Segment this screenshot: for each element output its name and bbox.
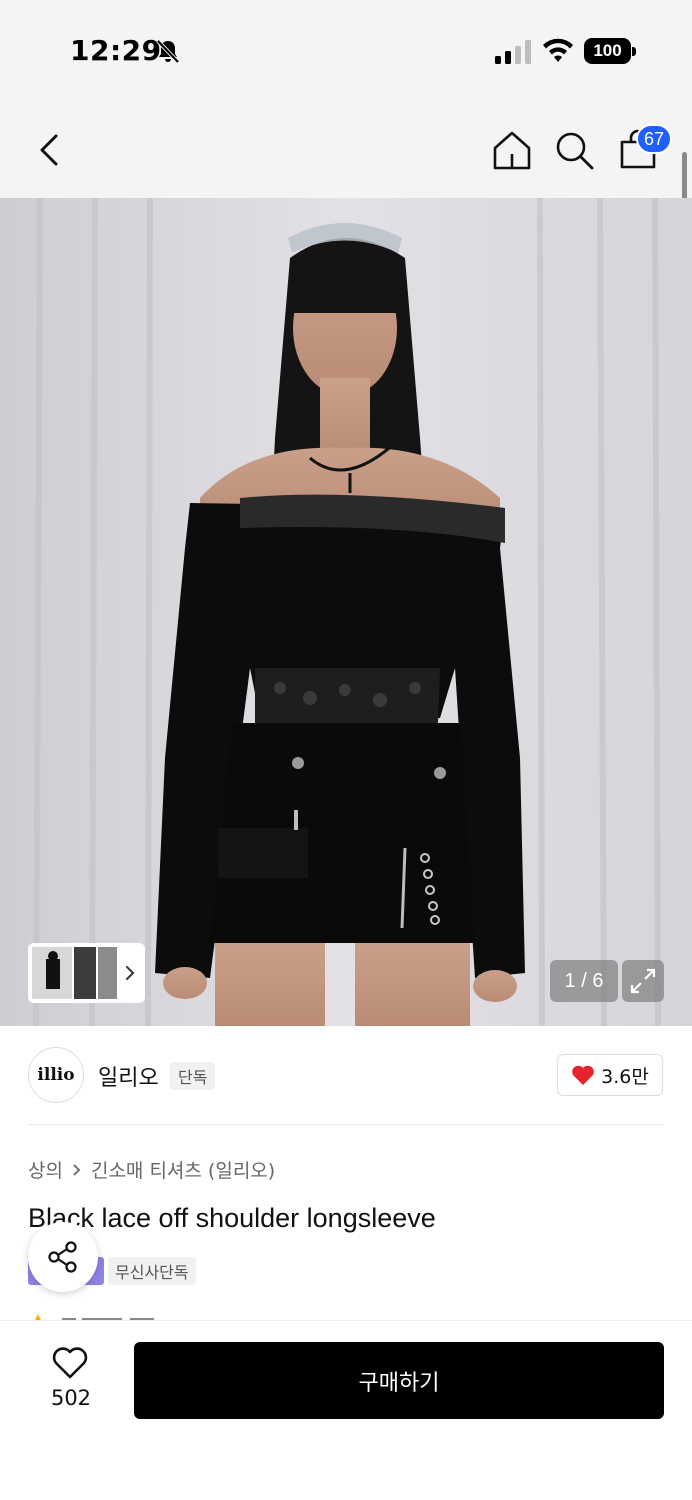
brand-like-count: 3.6만: [601, 1065, 649, 1088]
heart-filled-icon: [572, 1065, 594, 1085]
brand-name[interactable]: 일리오: [98, 1060, 159, 1092]
status-time: 12:29: [70, 34, 162, 67]
thumbnail-images[interactable]: [32, 947, 117, 999]
chevron-right-icon: [73, 1163, 81, 1176]
brand-like-button[interactable]: 3.6만: [557, 1054, 663, 1096]
musinsa-exclusive-badge: 무신사단독: [108, 1257, 196, 1285]
breadcrumb-category[interactable]: 상의: [28, 1156, 63, 1183]
battery-icon: 100: [584, 38, 636, 64]
product-title: Black lace off shoulder longsleeve: [28, 1203, 436, 1233]
heart-outline-icon: [52, 1347, 88, 1379]
wishlist-button[interactable]: 502: [36, 1344, 106, 1414]
brand-logo[interactable]: illio: [28, 1047, 84, 1103]
product-image[interactable]: [0, 198, 692, 1026]
wifi-icon: [543, 38, 573, 62]
battery-level: 100: [584, 38, 631, 64]
search-icon[interactable]: [552, 128, 596, 172]
breadcrumb: 상의 긴소매 티셔츠 (일리오): [28, 1156, 275, 1183]
chevron-right-icon[interactable]: [121, 960, 139, 986]
cart-count-badge: 67: [636, 124, 672, 154]
share-button[interactable]: [28, 1222, 98, 1292]
share-icon: [48, 1241, 77, 1273]
image-counter: 1 / 6: [550, 960, 618, 1002]
home-icon[interactable]: [490, 128, 534, 172]
buy-button[interactable]: 구매하기: [134, 1342, 664, 1419]
wishlist-count: 502: [50, 1386, 92, 1410]
breadcrumb-subcategory[interactable]: 긴소매 티셔츠 (일리오): [91, 1156, 275, 1183]
bell-off-icon: [156, 39, 180, 64]
back-arrow-icon[interactable]: [28, 128, 72, 172]
cellular-signal-icon: [495, 40, 531, 64]
expand-icon[interactable]: [622, 960, 664, 1002]
divider: [28, 1124, 664, 1125]
exclusive-tag: 단독: [170, 1062, 216, 1090]
